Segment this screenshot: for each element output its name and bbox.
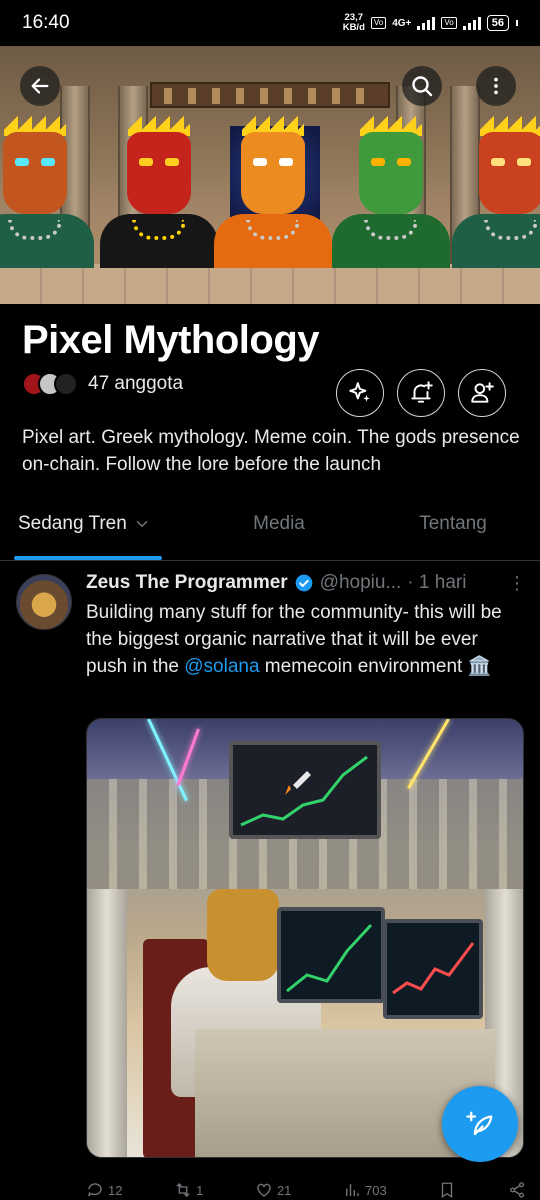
bell-plus-icon	[411, 381, 433, 403]
god-figure	[214, 116, 332, 268]
author-handle[interactable]: @hopiu...	[320, 572, 402, 594]
post-text: Building many stuff for the community- t…	[86, 602, 502, 677]
repost-icon	[176, 1183, 190, 1197]
signal-icon	[417, 16, 436, 30]
search-icon	[412, 76, 433, 97]
repost-button[interactable]: 1	[174, 1181, 203, 1199]
compose-button[interactable]	[442, 1086, 518, 1162]
share-icon	[509, 1182, 525, 1198]
bookmark-icon	[442, 1182, 453, 1199]
chart-monitor	[229, 741, 381, 839]
tab-media[interactable]: Media	[192, 488, 366, 560]
tab-about[interactable]: Tentang	[366, 488, 540, 560]
post-header: Zeus The Programmer @hopiu... · 1 hari ⋮	[86, 572, 526, 594]
back-button[interactable]	[20, 66, 60, 106]
volte-icon-2: Vo	[441, 17, 457, 29]
community-description: Pixel art. Greek mythology. Meme coin. T…	[22, 427, 520, 475]
rocket-chart-icon	[233, 745, 377, 835]
verified-badge-icon	[295, 574, 313, 592]
zeus-figure-head	[207, 889, 279, 981]
views-button[interactable]: 703	[343, 1181, 387, 1199]
signal-icon-2	[462, 16, 481, 30]
sparkle-icon	[349, 382, 370, 402]
monitor-right	[383, 919, 483, 1019]
like-button[interactable]: 21	[255, 1181, 291, 1199]
god-figure	[100, 116, 218, 268]
member-summary[interactable]: 47 anggota	[22, 372, 183, 396]
god-figure	[0, 116, 94, 268]
feather-plus-icon	[466, 1111, 493, 1136]
volte-icon: Vo	[370, 17, 387, 29]
avatar	[54, 372, 78, 396]
status-time: 16:40	[22, 12, 70, 33]
post-actions: 12 1 21 703	[86, 1168, 526, 1200]
post-more-icon[interactable]: ⋮	[508, 573, 526, 594]
reply-icon	[87, 1183, 102, 1197]
god-figure	[452, 116, 540, 268]
banner-frieze	[150, 82, 390, 108]
more-options-button[interactable]	[476, 66, 516, 106]
sparkle-button[interactable]	[336, 369, 384, 417]
share-button[interactable]	[508, 1181, 526, 1199]
tab-trending[interactable]: Sedang Tren	[0, 488, 192, 560]
bookmark-button[interactable]	[438, 1181, 456, 1199]
monitor-left	[277, 907, 385, 1003]
status-icons: 23,7 KB/d Vo 4G+ Vo 56	[343, 13, 518, 33]
chevron-down-icon	[136, 521, 148, 528]
member-avatars	[22, 372, 78, 396]
notify-button[interactable]	[397, 369, 445, 417]
community-banner	[0, 46, 540, 304]
user-plus-icon	[471, 382, 494, 403]
status-bar: 16:40 23,7 KB/d Vo 4G+ Vo 56	[0, 0, 540, 46]
more-vertical-icon	[494, 77, 498, 95]
network-type: 4G+	[392, 17, 412, 29]
member-count: 47 anggota	[88, 373, 184, 394]
search-button[interactable]	[402, 66, 442, 106]
author-avatar[interactable]	[16, 574, 72, 630]
active-tab-indicator	[14, 556, 162, 560]
god-figure	[332, 116, 450, 268]
community-tabs: Sedang Tren Media Tentang	[0, 488, 540, 561]
battery-icon: 56	[486, 15, 509, 31]
reply-button[interactable]: 12	[86, 1181, 122, 1199]
join-button[interactable]	[458, 369, 506, 417]
like-icon	[257, 1183, 271, 1197]
author-name[interactable]: Zeus The Programmer	[86, 572, 288, 594]
mention-link[interactable]: @solana	[184, 656, 259, 677]
community-title: Pixel Mythology	[22, 318, 320, 362]
views-icon	[346, 1184, 359, 1196]
network-speed: 23,7 KB/d	[342, 12, 365, 33]
arrow-left-icon	[31, 78, 49, 94]
post-time[interactable]: · 1 hari	[407, 572, 466, 594]
